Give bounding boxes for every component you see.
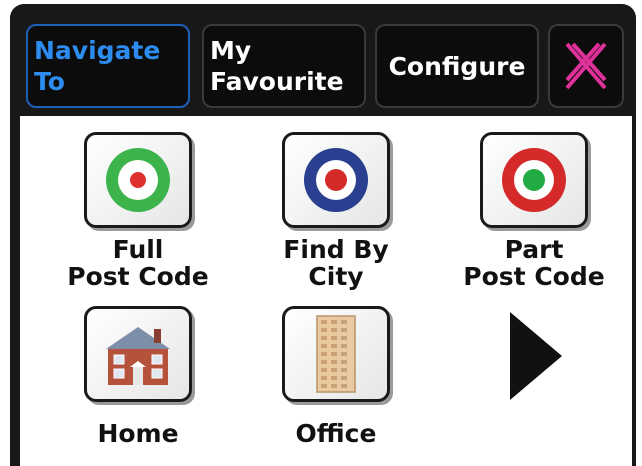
close-icon: [565, 42, 607, 90]
full-post-code-icon-frame: [84, 132, 192, 228]
close-button[interactable]: [548, 24, 624, 108]
green-target-icon: [106, 148, 170, 212]
blue-target-icon: [304, 148, 368, 212]
tab-my-favourite[interactable]: My Favourite: [202, 24, 366, 108]
full-post-code-button[interactable]: Full Post Code: [48, 132, 228, 290]
part-post-code-label: Part Post Code: [463, 235, 605, 291]
find-by-city-icon-frame: [282, 132, 390, 228]
next-page-arrow-icon[interactable]: [506, 306, 566, 406]
full-post-code-label: Full Post Code: [67, 235, 209, 291]
find-by-city-button[interactable]: Find By City: [246, 132, 426, 290]
red-target-icon: [502, 148, 566, 212]
home-label: Home: [97, 419, 179, 448]
part-post-code-icon-frame: [480, 132, 588, 228]
device-frame: Navigate To My Favourite Configure Full …: [10, 4, 636, 466]
home-icon-frame: [84, 306, 192, 402]
find-by-city-label: Find By City: [283, 235, 389, 291]
house-icon: [106, 327, 170, 385]
tab-navigate-to[interactable]: Navigate To: [26, 24, 190, 108]
part-post-code-button[interactable]: Part Post Code: [444, 132, 624, 290]
home-button[interactable]: Home: [48, 306, 228, 447]
tab-configure[interactable]: Configure: [375, 24, 539, 108]
tab-bar: Navigate To My Favourite Configure: [10, 4, 636, 114]
navigation-panel: Full Post Code Find By City Part Post Co…: [20, 116, 632, 466]
office-label: Office: [295, 419, 377, 448]
office-button[interactable]: Office: [246, 306, 426, 447]
office-icon-frame: [282, 306, 390, 402]
office-building-icon: [316, 315, 356, 393]
